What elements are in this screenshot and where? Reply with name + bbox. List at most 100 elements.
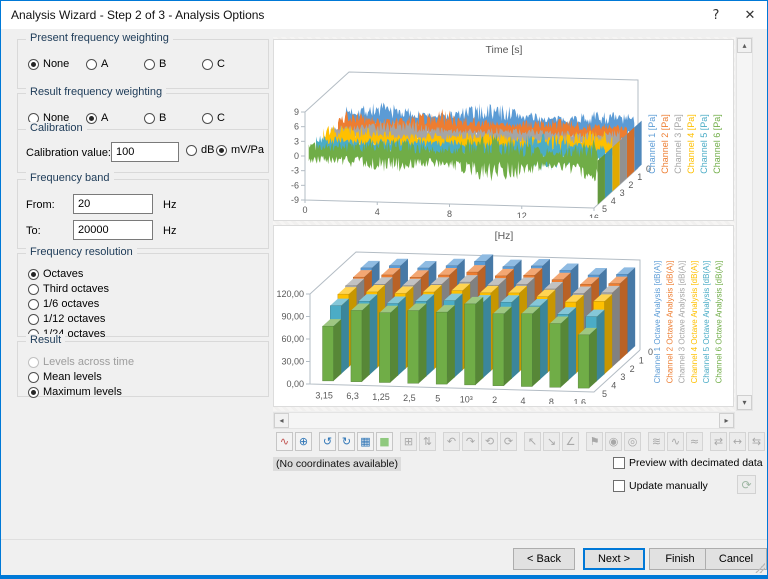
rotate-y-cw-icon: ⟳ xyxy=(503,435,514,448)
waveform-endcap xyxy=(612,140,620,192)
octave-chart-card[interactable]: [Hz] 0,00 30,00 60,00 90,00 120,00 3,15 6,3 1,25… xyxy=(273,225,734,408)
radio-label: A xyxy=(101,112,109,124)
toolbar-scale-x-button: ⇄ xyxy=(710,432,727,451)
update-manually-checkbox[interactable]: Update manually xyxy=(613,480,708,492)
vertical-scrollbar[interactable]: ▴ ▾ xyxy=(736,37,753,411)
bar-channel-6 xyxy=(379,305,399,383)
waveform-endcap xyxy=(634,120,642,172)
radio-label: Mean levels xyxy=(43,371,102,383)
toolbar-surface-mode-button[interactable]: ▦ xyxy=(357,432,374,451)
legend-entry: Channel 4 [Pa] xyxy=(686,114,696,174)
calibration-unit-radio-db[interactable]: dB xyxy=(186,144,216,156)
toolbar-rotate-ccw-button[interactable]: ↺ xyxy=(319,432,336,451)
zoom-out-icon: ◎ xyxy=(627,435,638,448)
frequency-resolution-radio-1-6-octaves[interactable]: 1/6 octaves xyxy=(28,298,109,310)
help-button[interactable]: ? xyxy=(699,1,733,29)
resize-grip[interactable] xyxy=(755,563,765,573)
toolbar-rotate-x-ccw-button: ↶ xyxy=(443,432,460,451)
result-weighting-radio-c[interactable]: C xyxy=(202,112,260,124)
radio-icon xyxy=(28,283,39,295)
present-weighting-radio-a[interactable]: A xyxy=(86,58,144,70)
scale-fit-icon: ⇆ xyxy=(751,435,762,448)
scroll-down-button[interactable]: ▾ xyxy=(737,395,752,410)
toolbar-curve-interpolate-button: ≈ xyxy=(686,432,703,451)
legend-entry: Channel 2 [Pa] xyxy=(660,114,670,174)
waveform-endcap xyxy=(597,153,605,205)
scale-x-icon: ⇄ xyxy=(713,435,724,448)
radio-label: C xyxy=(217,112,225,124)
toolbar-scale-fit-button: ⇆ xyxy=(748,432,765,451)
toolbar-solid-mode-button[interactable]: ■ xyxy=(376,432,393,451)
scroll-right-button[interactable]: ▸ xyxy=(719,413,734,428)
scale-y-icon: ↔ xyxy=(732,435,743,448)
svg-text:1,6: 1,6 xyxy=(574,398,587,404)
svg-text:6,3: 6,3 xyxy=(346,391,359,401)
toolbar-zoom-out-button: ◎ xyxy=(624,432,641,451)
calibration-value-label: Calibration value: xyxy=(26,147,111,159)
radio-icon xyxy=(28,386,39,398)
toolbar-perspective-button: ∠ xyxy=(562,432,579,451)
result-weighting-radio-a[interactable]: A xyxy=(86,112,144,124)
update-manually-label: Update manually xyxy=(629,480,708,492)
toolbar-rotate-y-cw-button: ⟳ xyxy=(500,432,517,451)
group-present-frequency-weighting: Present frequency weighting None A B C xyxy=(17,32,269,89)
horizontal-scrollbar[interactable]: ◂ ▸ xyxy=(273,412,735,429)
legend-entry: Channel 6 [Pa] xyxy=(712,114,722,174)
time-chart-canvas[interactable]: Time [s]9630-3-6-90 4 8 12 16543210Channel 1… xyxy=(274,40,733,223)
toolbar-show-coordinates-button[interactable]: ∿ xyxy=(276,432,293,451)
legend-entry: Channel 6 Octave Analysis [dB(A)] xyxy=(715,261,724,384)
manual-refresh-button[interactable]: ⟳ xyxy=(737,475,756,494)
finish-button[interactable]: Finish xyxy=(649,548,711,570)
close-icon: ✕ xyxy=(744,7,756,23)
result-radio-levels-across-time: Levels across time xyxy=(28,356,134,368)
svg-text:90,00: 90,00 xyxy=(281,312,304,322)
waveform-endcap xyxy=(605,147,613,198)
radio-icon xyxy=(28,298,39,310)
radio-label: Third octaves xyxy=(43,283,110,295)
frequency-from-input[interactable] xyxy=(73,194,153,214)
present-weighting-radio-c[interactable]: C xyxy=(202,58,260,70)
chart-region: Time [s] 9 6 3 0 -3 -6 -9 0 4 8 12 16 5 4 3 2 1 0 Channel 1… xyxy=(273,37,753,429)
svg-text:30,00: 30,00 xyxy=(281,357,304,367)
frequency-resolution-radio-1-12-octaves[interactable]: 1/12 octaves xyxy=(28,313,109,325)
frequency-to-input[interactable] xyxy=(73,220,153,240)
surface-mode-icon: ▦ xyxy=(360,435,371,448)
window-title: Analysis Wizard - Step 2 of 3 - Analysis… xyxy=(11,8,265,22)
frequency-resolution-radio-octaves[interactable]: Octaves xyxy=(28,268,109,280)
from-label: From: xyxy=(26,199,55,211)
scroll-left-button[interactable]: ◂ xyxy=(274,413,289,428)
bar-channel-6 xyxy=(521,306,541,387)
scroll-up-button[interactable]: ▴ xyxy=(737,38,752,53)
back-button[interactable]: < Back xyxy=(513,548,575,570)
frequency-resolution-radio-third-octaves[interactable]: Third octaves xyxy=(28,283,109,295)
rotate-z-cw-icon: ↘ xyxy=(546,435,557,448)
rotate-ccw-icon: ↺ xyxy=(322,435,333,448)
toolbar-zoom-in-button: ◉ xyxy=(605,432,622,451)
radio-icon xyxy=(186,144,197,156)
octave-chart-canvas[interactable]: [Hz] 0,00 30,00 60,00 90,00 120,00 3,15 6,3 1,25… xyxy=(274,226,733,408)
result-weighting-radio-b[interactable]: B xyxy=(144,112,202,124)
result-radio-mean-levels[interactable]: Mean levels xyxy=(28,371,134,383)
rotate-x-cw-icon: ↷ xyxy=(465,435,476,448)
group-label: Frequency resolution xyxy=(26,246,137,258)
present-weighting-radio-b[interactable]: B xyxy=(144,58,202,70)
toolbar-rotate-cw-button[interactable]: ↻ xyxy=(338,432,355,451)
toolbar-zoom-fit-button[interactable]: ⊕ xyxy=(295,432,312,451)
toolbar-curve-markers-button: ≋ xyxy=(648,432,665,451)
present-weighting-radio-none[interactable]: None xyxy=(28,58,86,70)
radio-icon xyxy=(202,58,213,70)
chart-toolbar: ∿ ⊕ ↺ ↻ ▦ ■ ⊞ ⇅ ↶ ↷ ⟲ ⟳ ↖ ↘ ∠ ⚑ ◉ ◎ ≋ ∿ ≈ ⇄ ↔ ⇆ xyxy=(273,431,765,452)
radio-icon xyxy=(144,58,155,70)
result-radio-maximum-levels[interactable]: Maximum levels xyxy=(28,386,134,398)
calibration-unit-radio-mv-pa[interactable]: mV/Pa xyxy=(215,144,264,156)
waveform-endcap xyxy=(619,133,627,185)
next-button[interactable]: Next > xyxy=(583,548,645,570)
perspective-icon: ∠ xyxy=(565,435,576,448)
close-button[interactable]: ✕ xyxy=(733,1,767,29)
calibration-value-input[interactable] xyxy=(111,142,179,162)
to-unit: Hz xyxy=(163,225,177,237)
radio-icon xyxy=(86,58,97,70)
preview-decimated-checkbox[interactable]: Preview with decimated data xyxy=(613,457,763,469)
time-chart-card[interactable]: Time [s] 9 6 3 0 -3 -6 -9 0 4 8 12 16 5 4 3 2 1 0 Channel 1… xyxy=(273,39,734,223)
group-calibration: Calibration Calibration value: dB mV/Pa xyxy=(17,122,269,173)
